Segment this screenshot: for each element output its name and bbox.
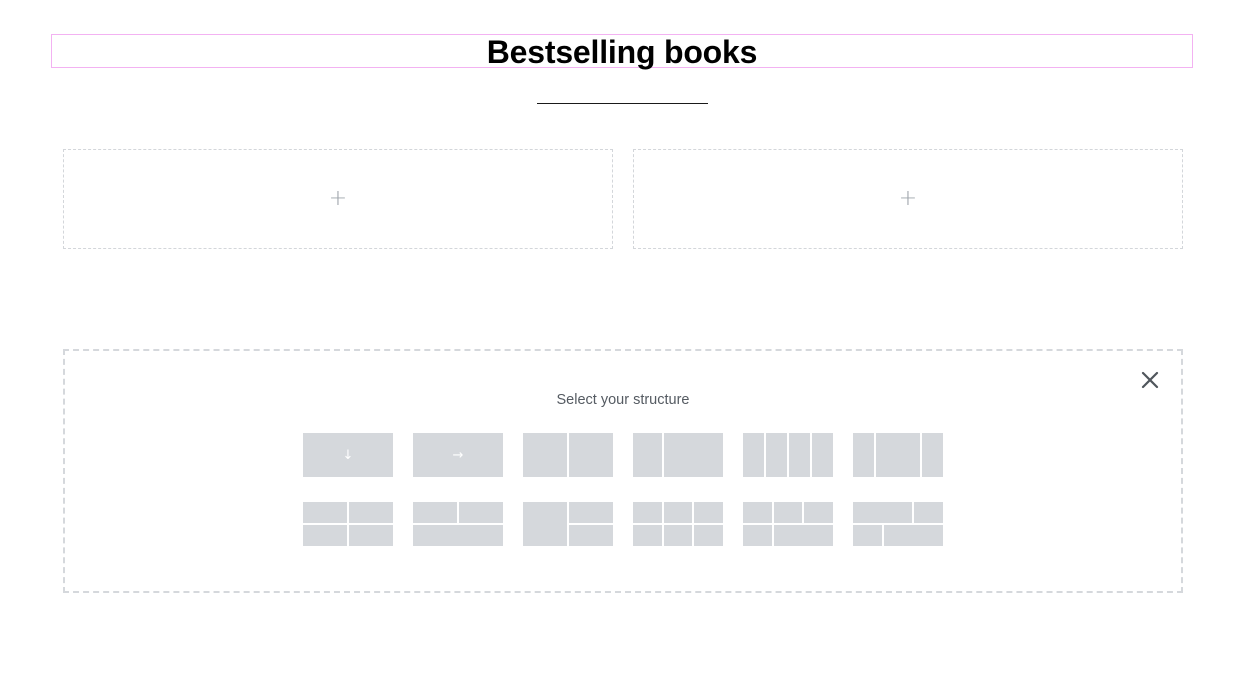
- close-button[interactable]: [1139, 369, 1161, 391]
- page-title[interactable]: Bestselling books: [487, 36, 758, 68]
- editor-canvas: Bestselling books + + Select your struct…: [0, 0, 1257, 678]
- preset-container-column[interactable]: ↓: [303, 433, 393, 477]
- structure-selector-title: Select your structure: [556, 392, 690, 408]
- preset-grid-2x2[interactable]: [303, 502, 393, 546]
- divider: [537, 103, 708, 104]
- add-widget-left-column[interactable]: +: [63, 149, 613, 249]
- preset-container-row[interactable]: →: [413, 433, 503, 477]
- preset-two-columns-wide-right[interactable]: [633, 433, 723, 477]
- structure-presets: ↓ →: [303, 433, 945, 571]
- arrow-down-icon: ↓: [342, 447, 354, 463]
- preset-three-columns-wide-center[interactable]: [853, 433, 943, 477]
- preset-row: ↓ →: [303, 433, 945, 477]
- heading-widget[interactable]: Bestselling books: [51, 34, 1193, 68]
- arrow-right-icon: →: [452, 447, 464, 463]
- preset-two-top-two-bottom-offset[interactable]: [853, 502, 943, 546]
- plus-icon[interactable]: +: [899, 188, 917, 210]
- plus-icon[interactable]: +: [329, 188, 347, 210]
- preset-four-columns[interactable]: [743, 433, 833, 477]
- preset-two-columns-equal[interactable]: [523, 433, 613, 477]
- preset-row: [303, 502, 945, 546]
- preset-three-top-two-bottom[interactable]: [743, 502, 833, 546]
- preset-grid-3x2[interactable]: [633, 502, 723, 546]
- structure-selector-panel: Select your structure ↓ →: [63, 349, 1183, 593]
- preset-two-top-one-bottom[interactable]: [413, 502, 503, 546]
- preset-one-left-two-right[interactable]: [523, 502, 613, 546]
- add-widget-right-column[interactable]: +: [633, 149, 1183, 249]
- close-icon[interactable]: [1139, 369, 1161, 391]
